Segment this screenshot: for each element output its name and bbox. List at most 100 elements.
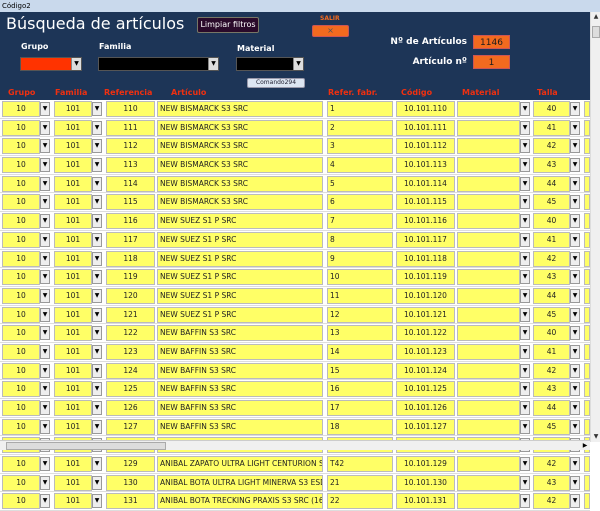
chevron-down-icon[interactable]: ▼ <box>92 195 102 210</box>
chevron-down-icon[interactable]: ▼ <box>570 419 580 434</box>
talla-cell[interactable]: 40 <box>533 325 570 342</box>
talla-cell[interactable]: 43 <box>533 381 570 398</box>
articulo-cell[interactable]: NEW BAFFIN S3 SRC <box>157 343 323 360</box>
table-row[interactable]: 10 ▼ 101 ▼ 129 ANIBAL ZAPATO ULTRA LIGHT CENT… <box>0 455 590 474</box>
chevron-down-icon[interactable]: ▼ <box>570 288 580 303</box>
material-cell[interactable] <box>457 306 520 323</box>
chevron-down-icon[interactable]: ▼ <box>520 176 530 191</box>
chevron-down-icon[interactable]: ▼ <box>40 120 50 135</box>
chevron-down-icon[interactable]: ▼ <box>570 158 580 173</box>
chevron-down-icon[interactable]: ▼ <box>570 382 580 397</box>
grupo-filter-combo[interactable]: ▼ <box>20 57 82 71</box>
articulo-cell[interactable]: NEW BAFFIN S3 SRC <box>157 381 323 398</box>
table-row[interactable]: 10 ▼ 101 ▼ 123 NEW BAFFIN S3 SRC 14 10.101.123 ▼… <box>0 343 590 362</box>
familia-cell[interactable]: 101 <box>54 306 92 323</box>
refer-fabr-cell[interactable]: 5 <box>327 175 393 192</box>
chevron-down-icon[interactable]: ▼ <box>520 363 530 378</box>
referencia-cell[interactable]: 121 <box>106 306 155 323</box>
codigo-cell[interactable]: 10.101.121 <box>396 306 455 323</box>
articulo-cell[interactable]: ANIBAL ZAPATO ULTRA LIGHT CENTURION S3 <box>157 456 323 473</box>
refer-fabr-cell[interactable]: 2 <box>327 119 393 136</box>
codigo-cell[interactable]: 10.101.119 <box>396 269 455 286</box>
codigo-cell[interactable]: 10.101.118 <box>396 250 455 267</box>
codigo-cell[interactable]: 10.101.122 <box>396 325 455 342</box>
exit-button[interactable]: × <box>312 25 349 37</box>
chevron-down-icon[interactable]: ▼ <box>40 419 50 434</box>
referencia-cell[interactable]: 113 <box>106 157 155 174</box>
talla-cell[interactable]: 42 <box>533 456 570 473</box>
chevron-down-icon[interactable]: ▼ <box>40 251 50 266</box>
referencia-cell[interactable]: 119 <box>106 269 155 286</box>
referencia-cell[interactable]: 117 <box>106 231 155 248</box>
chevron-down-icon[interactable]: ▼ <box>570 102 580 116</box>
familia-cell[interactable]: 101 <box>54 474 92 491</box>
codigo-cell[interactable]: 10.101.120 <box>396 287 455 304</box>
chevron-down-icon[interactable]: ▼ <box>40 475 50 490</box>
refer-fabr-cell[interactable]: 22 <box>327 493 393 510</box>
chevron-down-icon[interactable]: ▼ <box>520 102 530 116</box>
vertical-scrollbar[interactable]: ▲ ▼ <box>590 12 600 442</box>
refer-fabr-cell[interactable]: 4 <box>327 157 393 174</box>
material-cell[interactable] <box>457 157 520 174</box>
familia-cell[interactable]: 101 <box>54 287 92 304</box>
extra-cell[interactable] <box>584 493 590 510</box>
material-cell[interactable] <box>457 101 520 117</box>
material-cell[interactable] <box>457 456 520 473</box>
familia-cell[interactable]: 101 <box>54 418 92 435</box>
referencia-cell[interactable]: 120 <box>106 287 155 304</box>
chevron-down-icon[interactable]: ▼ <box>520 382 530 397</box>
grupo-cell[interactable]: 10 <box>2 157 40 174</box>
codigo-cell[interactable]: 10.101.125 <box>396 381 455 398</box>
refer-fabr-cell[interactable]: 21 <box>327 474 393 491</box>
chevron-down-icon[interactable]: ▼ <box>570 326 580 341</box>
referencia-cell[interactable]: 126 <box>106 400 155 416</box>
chevron-down-icon[interactable]: ▼ <box>92 176 102 191</box>
table-row[interactable]: 10 ▼ 101 ▼ 120 NEW SUEZ S1 P SRC 11 10.101.120 ▼… <box>0 287 590 306</box>
codigo-cell[interactable]: 10.101.113 <box>396 157 455 174</box>
material-cell[interactable] <box>457 381 520 398</box>
chevron-down-icon[interactable]: ▼ <box>92 401 102 415</box>
chevron-down-icon[interactable]: ▼ <box>570 457 580 472</box>
referencia-cell[interactable]: 111 <box>106 119 155 136</box>
table-row[interactable]: 10 ▼ 101 ▼ 110 NEW BISMARCK S3 SRC 1 10.101.110… <box>0 100 590 119</box>
talla-cell[interactable]: 44 <box>533 400 570 416</box>
articulo-cell[interactable]: ANIBAL BOTA TRECKING PRAXIS S3 SRC (168 <box>157 493 323 510</box>
articulo-cell[interactable]: NEW BISMARCK S3 SRC <box>157 175 323 192</box>
grupo-cell[interactable]: 10 <box>2 287 40 304</box>
table-row[interactable]: 10 ▼ 101 ▼ 127 NEW BAFFIN S3 SRC 18 10.101.127 ▼… <box>0 418 590 437</box>
chevron-down-icon[interactable]: ▼ <box>520 326 530 341</box>
codigo-cell[interactable]: 10.101.110 <box>396 101 455 117</box>
chevron-down-icon[interactable]: ▼ <box>570 251 580 266</box>
material-cell[interactable] <box>457 493 520 510</box>
material-filter-combo[interactable]: ▼ <box>236 57 304 71</box>
refer-fabr-cell[interactable]: 12 <box>327 306 393 323</box>
chevron-down-icon[interactable]: ▼ <box>92 288 102 303</box>
grupo-cell[interactable]: 10 <box>2 325 40 342</box>
chevron-down-icon[interactable]: ▼ <box>40 195 50 210</box>
referencia-cell[interactable]: 112 <box>106 138 155 155</box>
chevron-down-icon[interactable]: ▼ <box>92 494 102 509</box>
articulo-cell[interactable]: NEW BAFFIN S3 SRC <box>157 418 323 435</box>
talla-cell[interactable]: 45 <box>533 194 570 211</box>
chevron-down-icon[interactable]: ▼ <box>40 288 50 303</box>
refer-fabr-cell[interactable]: T42 <box>327 456 393 473</box>
referencia-cell[interactable]: 131 <box>106 493 155 510</box>
chevron-down-icon[interactable]: ▼ <box>92 232 102 247</box>
chevron-down-icon[interactable]: ▼ <box>208 58 218 70</box>
talla-cell[interactable]: 44 <box>533 175 570 192</box>
chevron-down-icon[interactable]: ▼ <box>520 270 530 285</box>
chevron-down-icon[interactable]: ▼ <box>40 139 50 154</box>
chevron-down-icon[interactable]: ▼ <box>40 457 50 472</box>
talla-cell[interactable]: 41 <box>533 119 570 136</box>
table-row[interactable]: 10 ▼ 101 ▼ 126 NEW BAFFIN S3 SRC 17 10.101.126 ▼… <box>0 399 590 418</box>
chevron-down-icon[interactable]: ▼ <box>40 232 50 247</box>
grupo-cell[interactable]: 10 <box>2 418 40 435</box>
familia-cell[interactable]: 101 <box>54 231 92 248</box>
chevron-down-icon[interactable]: ▼ <box>40 158 50 173</box>
refer-fabr-cell[interactable]: 10 <box>327 269 393 286</box>
chevron-down-icon[interactable]: ▼ <box>570 344 580 359</box>
referencia-cell[interactable]: 115 <box>106 194 155 211</box>
talla-cell[interactable]: 42 <box>533 362 570 379</box>
material-cell[interactable] <box>457 213 520 230</box>
table-row[interactable]: 10 ▼ 101 ▼ 115 NEW BISMARCK S3 SRC 6 10.101.115… <box>0 193 590 213</box>
